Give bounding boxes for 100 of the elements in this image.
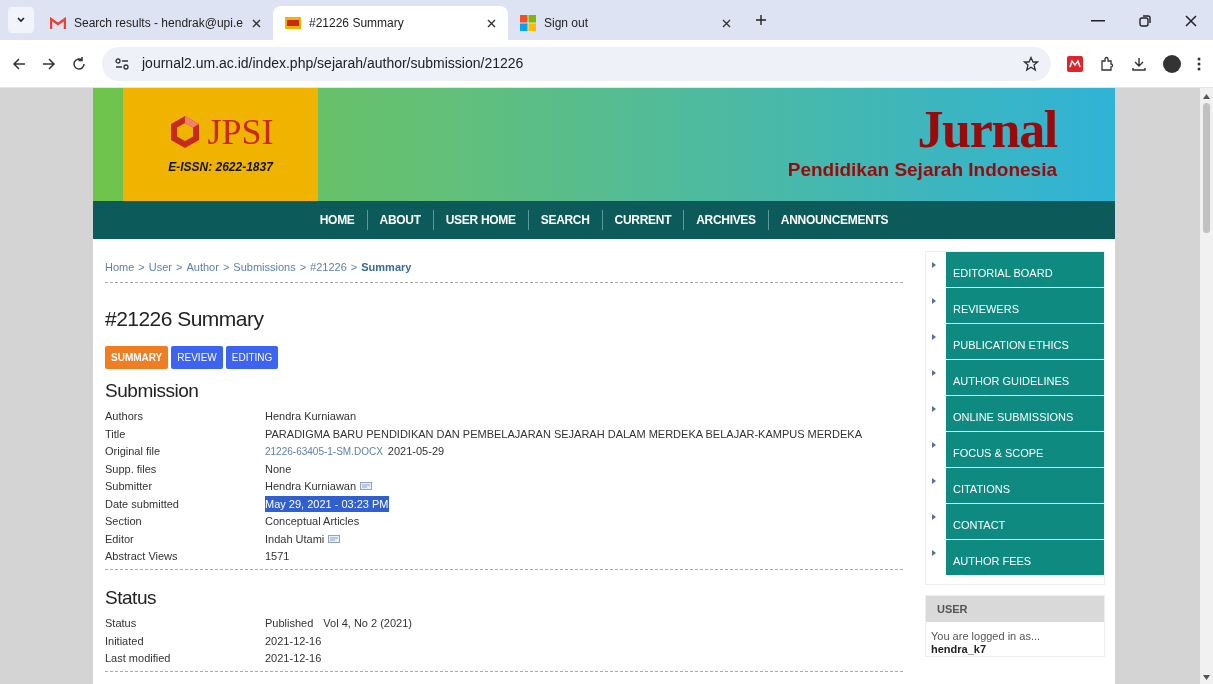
field-value: Published [265,616,314,631]
nav-link[interactable]: ANNOUNCEMENTS [768,211,901,229]
scroll-up-icon[interactable] [1203,94,1210,99]
field-value: Conceptual Articles [265,514,360,529]
bullet-arrow-icon [932,478,936,484]
field-value: 2021-12-16 [265,651,322,666]
field-label: Date submitted [105,496,180,512]
scrollbar[interactable] [1200,88,1213,684]
browser-tab[interactable]: Sign out [508,6,743,40]
breadcrumb-separator: > [350,260,358,275]
field-value: 2021-12-16 [265,633,322,649]
breadcrumb-link[interactable]: User [148,259,172,276]
field-label: Submitter [105,479,154,494]
field-value: 2021-05-29 [387,444,445,459]
bullet-arrow-icon [932,298,936,304]
bullet-arrow-icon [932,442,936,448]
sidebar-menu-item[interactable]: EDITORIAL BOARD [945,252,1104,287]
logo-text: JPSI [207,113,274,150]
nav-link[interactable]: USER HOME [433,211,528,229]
extension-icon[interactable] [1067,55,1083,72]
journal-title: Jurnal [917,104,1057,157]
field-value: Hendra Kurniawan [265,409,357,424]
field-value: Vol 4, No 2 (2021) [323,616,412,631]
field-label: Title [105,426,127,442]
field-value: Hendra Kurniawan [265,479,357,494]
close-icon[interactable] [722,18,731,28]
tab-list-caret-icon[interactable] [8,7,34,33]
download-icon[interactable] [1131,55,1147,72]
journal-subtitle: Pendidikan Sejarah Indonesia [787,158,1057,183]
bullet-arrow-icon [932,370,936,376]
breadcrumb-link[interactable]: Author [186,259,219,276]
envelope-icon[interactable] [360,482,373,491]
field-label: Original file [105,444,162,459]
sidebar-menu-item[interactable]: PUBLICATION ETHICS [945,324,1104,359]
menu-icon[interactable] [1197,56,1201,71]
nav-link[interactable]: CURRENT [602,211,684,229]
bullet-arrow-icon [932,334,936,340]
sidebar-menu-item[interactable]: ONLINE SUBMISSIONS [945,396,1104,431]
nav-link[interactable]: SEARCH [528,211,602,229]
site-favicon-icon [285,17,301,29]
url-text: journal2.um.ac.id/index.php/sejarah/author/submission/21226 [142,54,524,73]
star-icon[interactable] [1023,55,1039,72]
breadcrumb-link[interactable]: #21226 [310,259,347,276]
nav-link[interactable]: ARCHIVES [684,211,768,229]
logged-in-text: You are logged in as... [931,630,1042,643]
sidebar-menu-item[interactable]: CONTACT [945,504,1104,539]
profile-avatar[interactable] [1163,54,1181,73]
breadcrumb-link[interactable]: Submissions [233,259,296,276]
file-link[interactable]: 21226-63405-1-SM.DOCX [265,443,383,459]
reload-icon[interactable] [72,56,86,71]
sidebar-menu-item[interactable]: REVIEWERS [945,288,1104,323]
close-icon[interactable] [487,18,496,28]
forward-icon[interactable] [42,56,56,71]
field-label: Abstract Views [105,549,179,564]
username: hendra_k7 [931,643,988,656]
breadcrumb-separator: > [299,260,307,275]
user-heading: USER [937,601,968,617]
site-settings-icon[interactable] [114,56,130,71]
tab-button[interactable]: EDITING [225,346,279,369]
nav-link[interactable]: ABOUT [367,211,433,229]
tab-title: #21226 Summary [309,15,405,32]
breadcrumb-separator: > [138,260,145,275]
sidebar-menu-item[interactable]: AUTHOR GUIDELINES [945,360,1104,395]
nav-link[interactable]: HOME [307,211,367,229]
close-icon[interactable] [1185,15,1197,27]
close-icon[interactable] [252,18,261,28]
tab-title: Sign out [544,15,590,32]
tab-button[interactable]: SUMMARY [105,346,169,369]
issn-text: E-ISSN: 2622-1837 [168,158,273,176]
tab-title: Search results - hendrak@upi.e [74,15,244,32]
field-label: Status [105,616,138,631]
field-label: Section [105,514,143,529]
bullet-arrow-icon [932,550,936,556]
field-value: None [265,461,292,477]
sidebar-menu-item[interactable]: FOCUS & SCOPE [945,432,1104,467]
mail-icon [50,17,66,29]
address-bar[interactable]: journal2.um.ac.id/index.php/sejarah/author/submission/21226 [102,46,1051,81]
field-label: Last modified [105,651,172,666]
breadcrumb-current[interactable]: Summary [361,259,412,276]
bullet-arrow-icon [932,514,936,520]
breadcrumb-separator: > [222,260,230,275]
sidebar-menu-item[interactable]: CITATIONS [945,468,1104,503]
envelope-icon[interactable] [328,534,341,543]
section-heading: Submission [105,379,200,403]
back-icon[interactable] [12,56,26,71]
browser-tab[interactable]: #21226 Summary [273,6,508,40]
field-label: Initiated [105,633,145,649]
browser-tab[interactable]: Search results - hendrak@upi.e [38,6,273,40]
field-value: Indah Utami [265,531,325,547]
restore-icon[interactable] [1139,15,1151,27]
tab-button[interactable]: REVIEW [171,346,223,369]
breadcrumb-link[interactable]: Home [105,259,135,276]
sidebar-menu-item[interactable]: AUTHOR FEES [945,540,1104,575]
field-value: PARADIGMA BARU PENDIDIKAN DAN PEMBELAJARAN SEJARAH DALAM MERDEKA BELAJAR-KAMPUS MERDEKA [265,426,862,442]
section-heading: Status [105,586,157,610]
scroll-thumb[interactable] [1203,103,1210,233]
scroll-down-icon[interactable] [1203,675,1210,680]
field-value: 1571 [265,549,290,564]
breadcrumb-separator: > [176,260,183,275]
puzzle-icon[interactable] [1099,55,1115,72]
